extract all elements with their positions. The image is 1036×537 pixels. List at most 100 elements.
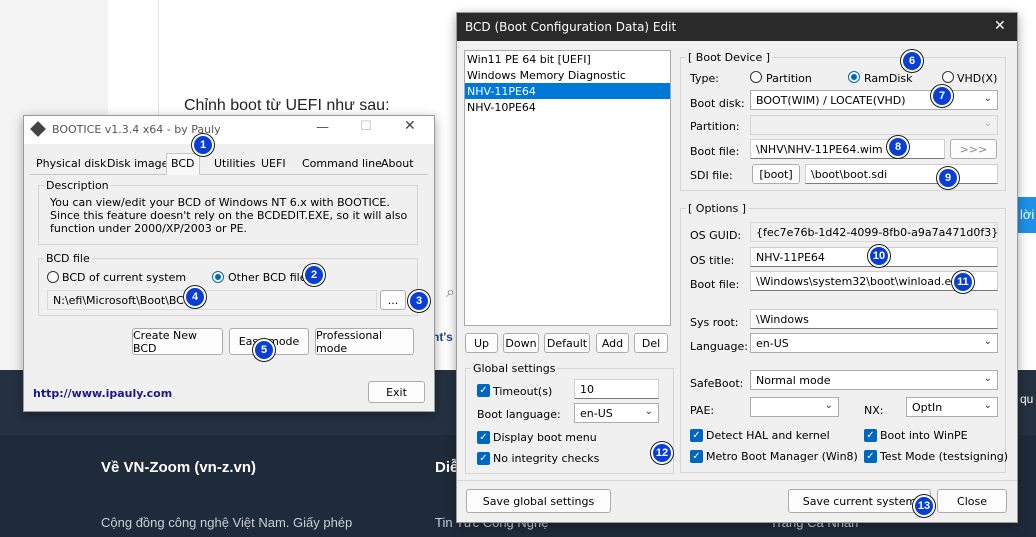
bcd-path-field[interactable]: N:\efi\Microsoft\Boot\BCD <box>47 290 377 310</box>
language-select[interactable]: en-US ⌄ <box>750 333 998 353</box>
close-button[interactable]: Close <box>937 489 1007 513</box>
partition-select: ⌄ <box>750 115 998 135</box>
tab-bcd[interactable]: BCD <box>166 153 200 175</box>
annotation-badge-13: 13 <box>913 495 935 517</box>
entry-memory-diagnostic[interactable]: Windows Memory Diagnostic <box>467 69 626 82</box>
del-button[interactable]: Del <box>634 333 668 353</box>
tab-disk-image[interactable]: Disk image <box>103 156 172 174</box>
sys-root-input[interactable]: \Windows <box>750 309 998 329</box>
pae-select[interactable]: ⌄ <box>750 397 839 417</box>
metro-boot-checkbox[interactable]: ✓ <box>690 450 703 463</box>
os-guid-label: OS GUID: <box>690 229 742 242</box>
bcd-title: BCD (Boot Configuration Data) Edit <box>465 20 677 34</box>
boot-disk-label: Boot disk: <box>690 97 745 110</box>
boot-file-browse-button[interactable]: >>> <box>950 139 997 159</box>
boot-language-value: en-US <box>580 407 613 420</box>
partial-link[interactable]: nt's <box>432 330 453 344</box>
language-value: en-US <box>756 337 789 350</box>
browse-button[interactable]: ... <box>380 290 406 310</box>
language-label: Language: <box>690 340 748 353</box>
footer-partial-q: qu <box>1020 392 1034 406</box>
annotation-badge-2: 2 <box>303 264 325 286</box>
tab-utilities[interactable]: Utilities <box>210 156 259 174</box>
test-mode-checkbox[interactable]: ✓ <box>864 450 877 463</box>
description-title: Description <box>44 179 111 192</box>
test-mode-label: Test Mode (testsigning) <box>880 450 1009 463</box>
tab-command-line[interactable]: Command line <box>298 156 386 174</box>
maximize-icon: ☐ <box>360 119 372 134</box>
type-ramdisk-label: RamDisk <box>864 72 913 85</box>
entry-win11pe[interactable]: Win11 PE 64 bit [UEFI] <box>467 53 591 66</box>
footer-col2-title: Diễ <box>435 459 459 476</box>
description-text: You can view/edit your BCD of Windows NT… <box>50 196 408 235</box>
close-icon[interactable]: ✕ <box>404 118 416 134</box>
tab-physical-disk[interactable]: Physical disk <box>32 156 110 174</box>
save-current-system-button[interactable]: Save current system <box>788 489 931 513</box>
safeboot-label: SafeBoot: <box>690 377 744 390</box>
entry-nhv-11pe64[interactable]: NHV-11PE64 <box>465 83 670 99</box>
detect-hal-checkbox[interactable]: ✓ <box>690 429 703 442</box>
exit-button[interactable]: Exit <box>368 381 425 403</box>
pae-label: PAE: <box>690 404 715 417</box>
os-title-label: OS title: <box>690 254 735 267</box>
boot-disk-select[interactable]: BOOT(WIM) / LOCATE(VHD) ⌄ <box>750 90 998 110</box>
bootice-title: BOOTICE v1.3.4 x64 - by Pauly <box>52 123 221 136</box>
type-partition-radio[interactable] <box>750 71 762 83</box>
opt-boot-file-label: Boot file: <box>690 278 740 291</box>
entry-nhv-10pe64[interactable]: NHV-10PE64 <box>467 101 536 114</box>
type-vhd-radio[interactable] <box>942 71 954 83</box>
boot-device-title: [ Boot Device ] <box>686 51 773 64</box>
up-button[interactable]: Up <box>465 333 498 353</box>
no-integrity-checkbox[interactable]: ✓ <box>477 452 490 465</box>
chevron-down-icon: ⌄ <box>644 406 653 417</box>
safeboot-select[interactable]: Normal mode ⌄ <box>750 370 998 390</box>
chevron-down-icon: ⌄ <box>983 93 992 104</box>
tab-about[interactable]: About <box>377 156 418 174</box>
ipauly-link[interactable]: http://www.ipauly.com <box>33 387 172 400</box>
os-guid-field: {fec7e76b-1d42-4099-8fb0-a9a7a471d0f3} <box>750 222 998 242</box>
sdi-file-input[interactable]: \boot\boot.sdi <box>805 164 998 184</box>
radio-current-system-label: BCD of current system <box>62 271 187 284</box>
annotation-badge-8: 8 <box>887 136 909 158</box>
chevron-down-icon: ⌄ <box>983 118 992 129</box>
boot-into-winpe-checkbox[interactable]: ✓ <box>864 429 877 442</box>
link-icon: ⌕ <box>446 282 455 301</box>
chevron-down-icon: ⌄ <box>983 400 992 411</box>
bcd-file-title: BCD file <box>44 252 92 265</box>
annotation-badge-12: 12 <box>651 442 673 464</box>
boot-file-input[interactable]: \NHV\NHV-11PE64.wim <box>750 139 945 159</box>
bottom-divider <box>457 480 1017 481</box>
professional-mode-button[interactable]: Professional mode <box>315 328 414 355</box>
nx-label: NX: <box>864 404 884 417</box>
create-new-bcd-button[interactable]: Create New BCD <box>132 328 223 355</box>
type-vhd-label: VHD(X) <box>957 72 998 85</box>
down-button[interactable]: Down <box>503 333 539 353</box>
radio-current-system[interactable] <box>47 271 59 283</box>
nx-select[interactable]: OptIn ⌄ <box>906 397 998 417</box>
minimize-icon[interactable]: — <box>316 120 329 135</box>
safeboot-value: Normal mode <box>756 374 831 387</box>
boot-language-select[interactable]: en-US ⌄ <box>574 403 659 423</box>
article-heading: Chỉnh boot từ UEFI như sau: <box>184 97 390 114</box>
sdi-boot-button[interactable]: [boot] <box>752 164 800 184</box>
no-integrity-label: No integrity checks <box>493 452 600 465</box>
partition-label: Partition: <box>690 120 740 133</box>
bcd-close-icon[interactable]: ✕ <box>994 18 1006 34</box>
radio-other-bcd[interactable] <box>212 271 224 283</box>
display-boot-menu-checkbox[interactable]: ✓ <box>477 431 490 444</box>
timeout-input[interactable]: 10 <box>574 379 659 399</box>
save-global-settings-button[interactable]: Save global settings <box>466 489 611 513</box>
annotation-badge-4: 4 <box>184 286 206 308</box>
annotation-badge-6: 6 <box>901 50 923 72</box>
type-partition-label: Partition <box>766 72 812 85</box>
footer-col1-title: Về VN-Zoom (vn-z.vn) <box>101 459 257 476</box>
boot-into-winpe-label: Boot into WinPE <box>880 429 968 442</box>
default-button[interactable]: Default <box>544 333 590 353</box>
add-button[interactable]: Add <box>596 333 629 353</box>
timeout-checkbox[interactable]: ✓ <box>477 384 490 397</box>
annotation-badge-9: 9 <box>937 167 959 189</box>
sdi-file-label: SDI file: <box>690 169 733 182</box>
type-ramdisk-radio[interactable] <box>848 71 860 83</box>
detect-hal-label: Detect HAL and kernel <box>706 429 830 442</box>
tab-uefi[interactable]: UEFI <box>257 156 290 174</box>
